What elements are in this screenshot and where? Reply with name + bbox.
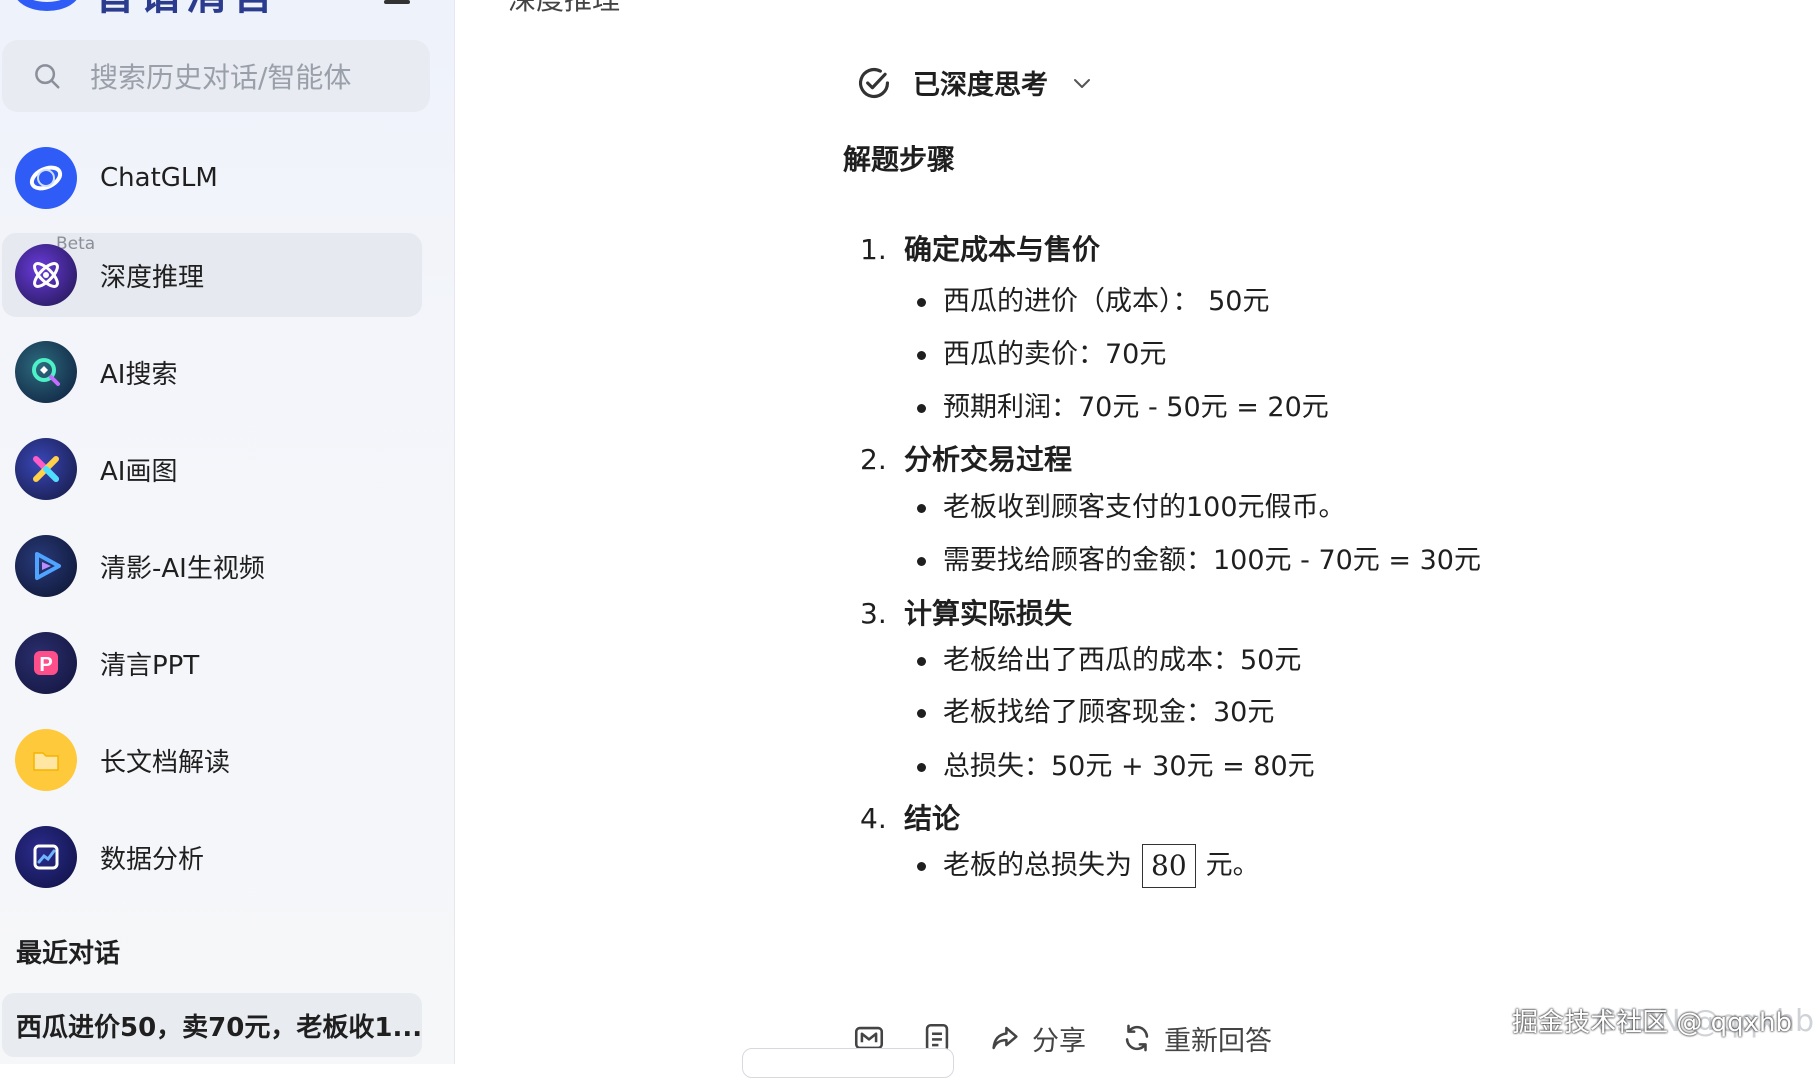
sidebar: 智谱清言 搜索历史对话/智能体 ChatGLM Beta 深度推理 AI搜索 A… [0, 0, 455, 1064]
chat-main: 深度推理 已深度思考 解题步骤 1.确定成本与售价 西瓜的进价（成本）： 50元… [456, 0, 1818, 1078]
sidebar-item-label: AI画图 [100, 456, 178, 487]
answer-content: 解题步骤 1. 确定成本与售价 西瓜的进价（成本）： 50元 西瓜的卖价：70元 … [843, 140, 1743, 888]
list-item: 老板给出了西瓜的成本：50元 [917, 641, 1301, 681]
share-button[interactable]: 分享 [988, 1019, 1086, 1058]
list-item: 老板找给了顾客现金：30元 [917, 693, 1274, 733]
collapse-sidebar-icon[interactable] [384, 0, 420, 8]
chart-icon [15, 826, 77, 888]
list-item: 老板收到顾客支付的100元假币。 [917, 488, 1346, 528]
sidebar-item-video[interactable]: 清影-AI生视频 [2, 524, 422, 608]
step-heading: 1. 确定成本与售价 [860, 233, 1101, 266]
search-input[interactable]: 搜索历史对话/智能体 [2, 40, 430, 112]
sidebar-item-label: 数据分析 [100, 844, 205, 875]
chatglm-icon [15, 147, 77, 209]
conclusion-item: 老板的总损失为 80 元。 [917, 844, 1260, 888]
sidebar-item-label: 长文档解读 [100, 747, 231, 778]
ai-search-icon [15, 341, 77, 403]
share-label: 分享 [1032, 1025, 1086, 1057]
sidebar-item-data-analysis[interactable]: 数据分析 [2, 815, 422, 899]
regenerate-button[interactable]: 重新回答 [1120, 1019, 1272, 1058]
sidebar-item-label: 清言PPT [100, 650, 200, 681]
step-heading: 2. 分析交易过程 [860, 443, 1073, 476]
page-title: 深度推理 [508, 0, 620, 18]
app-logo[interactable]: 智谱清言 [14, 0, 278, 19]
reasoning-icon [15, 244, 77, 306]
share-icon [992, 1026, 1018, 1050]
sidebar-item-chatglm[interactable]: ChatGLM [2, 136, 422, 220]
chevron-down-icon [1074, 78, 1090, 88]
video-icon [15, 535, 77, 597]
list-item: 总损失：50元 + 30元 = 80元 [917, 747, 1315, 787]
list-item: 西瓜的卖价：70元 [917, 335, 1166, 375]
sidebar-item-ppt[interactable]: P 清言PPT [2, 621, 422, 705]
watermark-juejin: 掘金技术社区 @ qqxhb [1512, 1008, 1792, 1038]
ppt-icon: P [15, 632, 77, 694]
search-icon [35, 64, 60, 89]
scroll-to-bottom-tab[interactable] [742, 1048, 954, 1078]
sidebar-item-label: ChatGLM [100, 163, 218, 193]
sidebar-item-document[interactable]: 长文档解读 [2, 718, 422, 802]
recent-conversations-title: 最近对话 [16, 939, 121, 969]
ai-draw-icon [15, 438, 77, 500]
boxed-answer: 80 [1142, 844, 1196, 888]
list-item: 需要找给顾客的金额：100元 - 70元 = 30元 [917, 541, 1481, 581]
sidebar-item-reasoning[interactable]: Beta 深度推理 [2, 233, 422, 317]
logo-icon [14, 0, 80, 11]
sidebar-item-label: 清影-AI生视频 [100, 553, 265, 584]
recent-conversation-item[interactable]: 西瓜进价50，卖70元，老板收1... [2, 993, 422, 1057]
refresh-icon [1125, 1024, 1149, 1052]
sidebar-item-ai-draw[interactable]: AI画图 [2, 427, 422, 511]
document-icon [15, 729, 77, 791]
svg-text:P: P [39, 654, 52, 676]
step-heading: 3. 计算实际损失 [860, 597, 1073, 630]
logo-text: 智谱清言 [94, 0, 278, 22]
thinking-label: 已深度思考 [913, 70, 1048, 101]
list-item: 西瓜的进价（成本）： 50元 [917, 282, 1269, 322]
sidebar-item-label: AI搜索 [100, 359, 178, 390]
sidebar-item-ai-search[interactable]: AI搜索 [2, 330, 422, 414]
list-item: 预期利润：70元 - 50元 = 20元 [917, 388, 1329, 428]
sidebar-item-label: 深度推理 [100, 262, 205, 293]
answer-title: 解题步骤 [843, 143, 956, 176]
check-circle-icon [858, 67, 890, 98]
regenerate-label: 重新回答 [1164, 1025, 1272, 1057]
search-placeholder: 搜索历史对话/智能体 [90, 61, 352, 94]
thinking-toggle[interactable]: 已深度思考 [855, 63, 1094, 102]
step-heading: 4. 结论 [860, 802, 961, 835]
